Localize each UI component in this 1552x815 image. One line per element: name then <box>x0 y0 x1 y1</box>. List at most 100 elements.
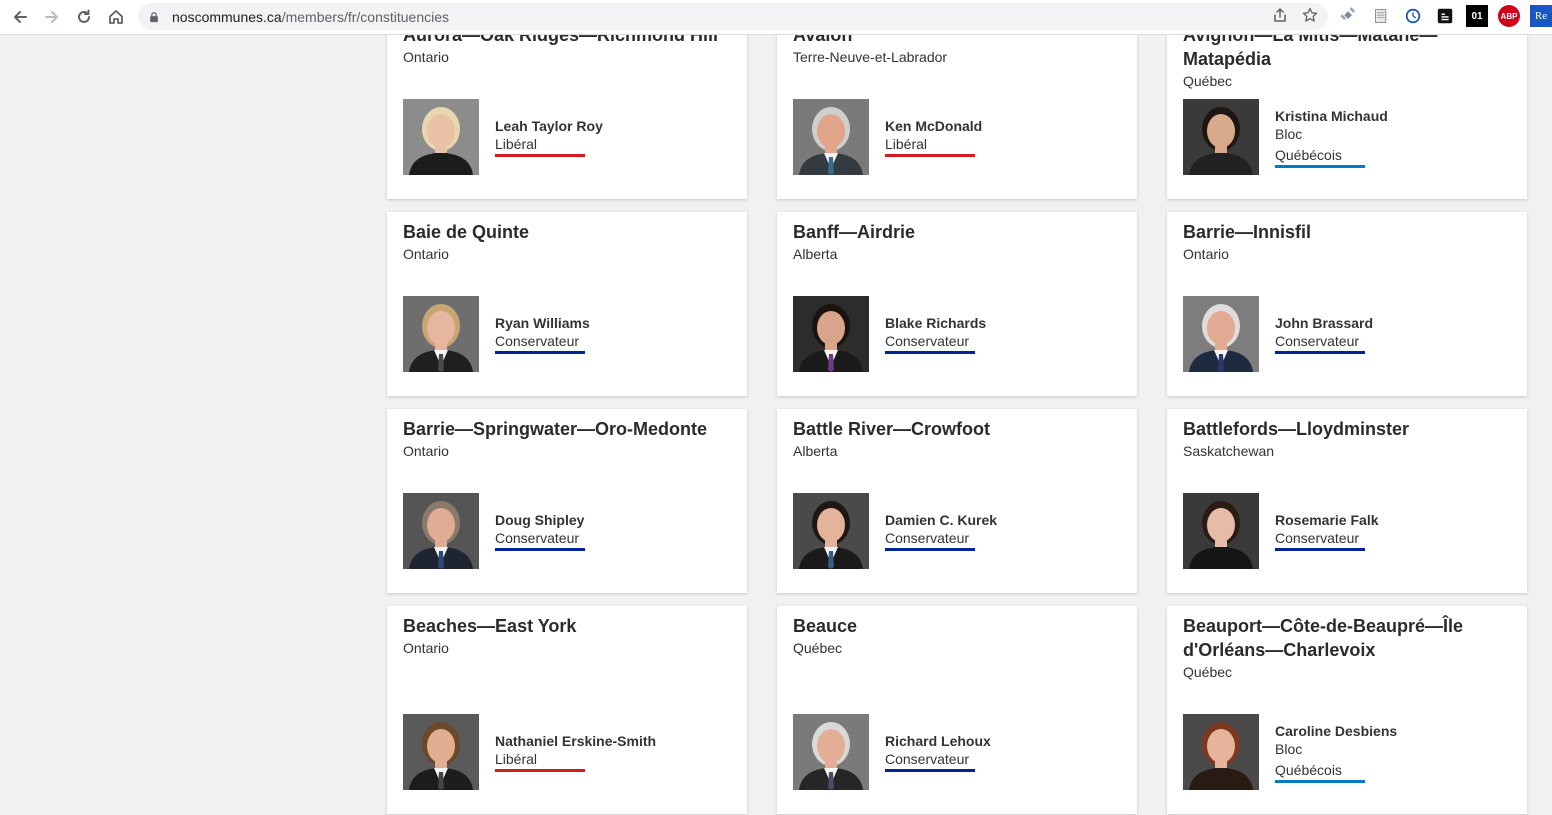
party-underline <box>1275 351 1365 354</box>
reload-icon <box>78 9 90 23</box>
party-name-line: Québécois <box>1275 146 1342 163</box>
member-block[interactable]: Damien C. Kurek Conservateur <box>793 493 997 569</box>
member-name[interactable]: Nathaniel Erskine-Smith <box>495 732 656 750</box>
constituency-card[interactable]: Beauce Québec Richard Lehoux Conservateu… <box>777 606 1137 814</box>
member-name[interactable]: John Brassard <box>1275 314 1373 332</box>
member-name[interactable]: Ryan Williams <box>495 314 590 332</box>
member-block[interactable]: Kristina Michaud Bloc Québécois <box>1183 99 1388 175</box>
member-block[interactable]: Leah Taylor Roy Libéral <box>403 99 603 175</box>
party-label: Libéral <box>495 750 656 769</box>
province-name: Alberta <box>793 443 838 459</box>
member-block[interactable]: Blake Richards Conservateur <box>793 296 986 372</box>
province-name: Québec <box>793 640 843 656</box>
member-photo[interactable] <box>403 493 479 569</box>
riding-name[interactable]: Beauce <box>793 606 1121 638</box>
member-block[interactable]: Ryan Williams Conservateur <box>403 296 590 372</box>
member-name[interactable]: Damien C. Kurek <box>885 511 997 529</box>
party-underline <box>885 769 975 772</box>
constituency-card[interactable]: Avalon Terre-Neuve-et-Labrador Ken McDon… <box>777 35 1137 199</box>
rss-icon[interactable] <box>1434 5 1456 27</box>
member-name[interactable]: Leah Taylor Roy <box>495 117 603 135</box>
member-photo[interactable] <box>793 99 869 175</box>
member-name[interactable]: Rosemarie Falk <box>1275 511 1379 529</box>
constituency-card[interactable]: Banff—Airdrie Alberta Blake Richards Con… <box>777 212 1137 396</box>
document-icon[interactable] <box>1370 5 1392 27</box>
constituency-card[interactable]: Battle River—Crowfoot Alberta Damien C. … <box>777 409 1137 593</box>
constituency-card[interactable]: Battlefords—Lloydminster Saskatchewan Ro… <box>1167 409 1527 593</box>
riding-name[interactable]: Aurora—Oak Ridges—Richmond Hill <box>403 35 731 47</box>
member-block[interactable]: Nathaniel Erskine-Smith Libéral <box>403 714 656 790</box>
member-name[interactable]: Ken McDonald <box>885 117 982 135</box>
member-name[interactable]: Caroline Desbiens <box>1275 722 1397 740</box>
riding-name[interactable]: Banff—Airdrie <box>793 212 1121 244</box>
party-name-line: Libéral <box>495 136 538 152</box>
party-name-line: Libéral <box>885 136 928 152</box>
province-name: Saskatchewan <box>1183 443 1275 459</box>
member-photo[interactable] <box>793 493 869 569</box>
member-block[interactable]: Doug Shipley Conservateur <box>403 493 585 569</box>
home-button[interactable] <box>100 1 132 33</box>
member-block[interactable]: Ken McDonald Libéral <box>793 99 982 175</box>
star-icon[interactable] <box>1302 7 1318 23</box>
party-label: Libéral <box>885 135 982 154</box>
member-photo[interactable] <box>403 296 479 372</box>
member-photo[interactable] <box>1183 493 1259 569</box>
province-name: Québec <box>1183 664 1233 680</box>
extensions-bar: 01 ABP Re <box>1338 5 1552 27</box>
riding-name[interactable]: Barrie—Springwater—Oro-Medonte <box>403 409 731 441</box>
member-photo[interactable] <box>1183 296 1259 372</box>
party-name-line: Conservateur <box>495 333 580 349</box>
riding-name[interactable]: Baie de Quinte <box>403 212 731 244</box>
member-photo[interactable] <box>403 99 479 175</box>
member-photo[interactable] <box>1183 714 1259 790</box>
constituency-card[interactable]: Baie de Quinte Ontario Ryan Williams Con… <box>387 212 747 396</box>
riding-name[interactable]: Beauport—Côte-de-Beaupré—Île d'Orléans—C… <box>1183 606 1511 662</box>
member-photo[interactable] <box>403 714 479 790</box>
province-name: Ontario <box>1183 246 1229 262</box>
party-label: Bloc Québécois <box>1275 125 1388 165</box>
party-name-line: Conservateur <box>495 530 580 546</box>
reload-button[interactable] <box>68 1 100 33</box>
home-icon <box>109 10 123 24</box>
province-name: Terre-Neuve-et-Labrador <box>793 49 948 65</box>
member-photo[interactable] <box>1183 99 1259 175</box>
constituency-card[interactable]: Aurora—Oak Ridges—Richmond Hill Ontario … <box>387 35 747 199</box>
riding-name[interactable]: Beaches—East York <box>403 606 731 638</box>
member-photo[interactable] <box>793 296 869 372</box>
share-icon[interactable] <box>1272 7 1288 23</box>
member-name[interactable]: Kristina Michaud <box>1275 107 1388 125</box>
riding-name[interactable]: Avalon <box>793 35 1121 47</box>
adblock-icon[interactable]: ABP <box>1498 5 1520 27</box>
member-block[interactable]: Rosemarie Falk Conservateur <box>1183 493 1379 569</box>
member-block[interactable]: John Brassard Conservateur <box>1183 296 1373 372</box>
arrow-left-icon <box>14 11 27 23</box>
member-block[interactable]: Richard Lehoux Conservateur <box>793 714 991 790</box>
address-bar[interactable]: noscommunes.ca/members/fr/constituencies <box>138 3 1328 30</box>
forward-button[interactable] <box>36 1 68 33</box>
riding-name[interactable]: Barrie—Innisfil <box>1183 212 1511 244</box>
member-block[interactable]: Caroline Desbiens Bloc Québécois <box>1183 714 1397 790</box>
constituency-card[interactable]: Beauport—Côte-de-Beaupré—Île d'Orléans—C… <box>1167 606 1527 814</box>
clock-icon[interactable] <box>1402 5 1424 27</box>
party-underline <box>1275 548 1365 551</box>
back-button[interactable] <box>4 1 36 33</box>
constituency-card[interactable]: Barrie—Innisfil Ontario John Brassard Co… <box>1167 212 1527 396</box>
member-name[interactable]: Richard Lehoux <box>885 732 991 750</box>
riding-name[interactable]: Battle River—Crowfoot <box>793 409 1121 441</box>
member-photo[interactable] <box>793 714 869 790</box>
party-label: Conservateur <box>495 332 590 351</box>
party-name-line: Conservateur <box>885 751 970 767</box>
constituency-card[interactable]: Avignon—La Mitis—Matane—Matapédia Québec… <box>1167 35 1527 199</box>
riding-name[interactable]: Avignon—La Mitis—Matane—Matapédia <box>1183 35 1511 71</box>
constituency-card[interactable]: Beaches—East York Ontario Nathaniel Ersk… <box>387 606 747 814</box>
riding-name[interactable]: Battlefords—Lloydminster <box>1183 409 1511 441</box>
satellite-icon[interactable] <box>1338 5 1360 27</box>
member-name[interactable]: Blake Richards <box>885 314 986 332</box>
party-label: Conservateur <box>885 750 991 769</box>
reader-icon[interactable]: Re <box>1530 5 1552 27</box>
lock-icon <box>148 10 162 24</box>
constituency-card[interactable]: Barrie—Springwater—Oro-Medonte Ontario D… <box>387 409 747 593</box>
01net-icon[interactable]: 01 <box>1466 5 1488 27</box>
member-name[interactable]: Doug Shipley <box>495 511 585 529</box>
province-name: Québec <box>1183 73 1233 89</box>
